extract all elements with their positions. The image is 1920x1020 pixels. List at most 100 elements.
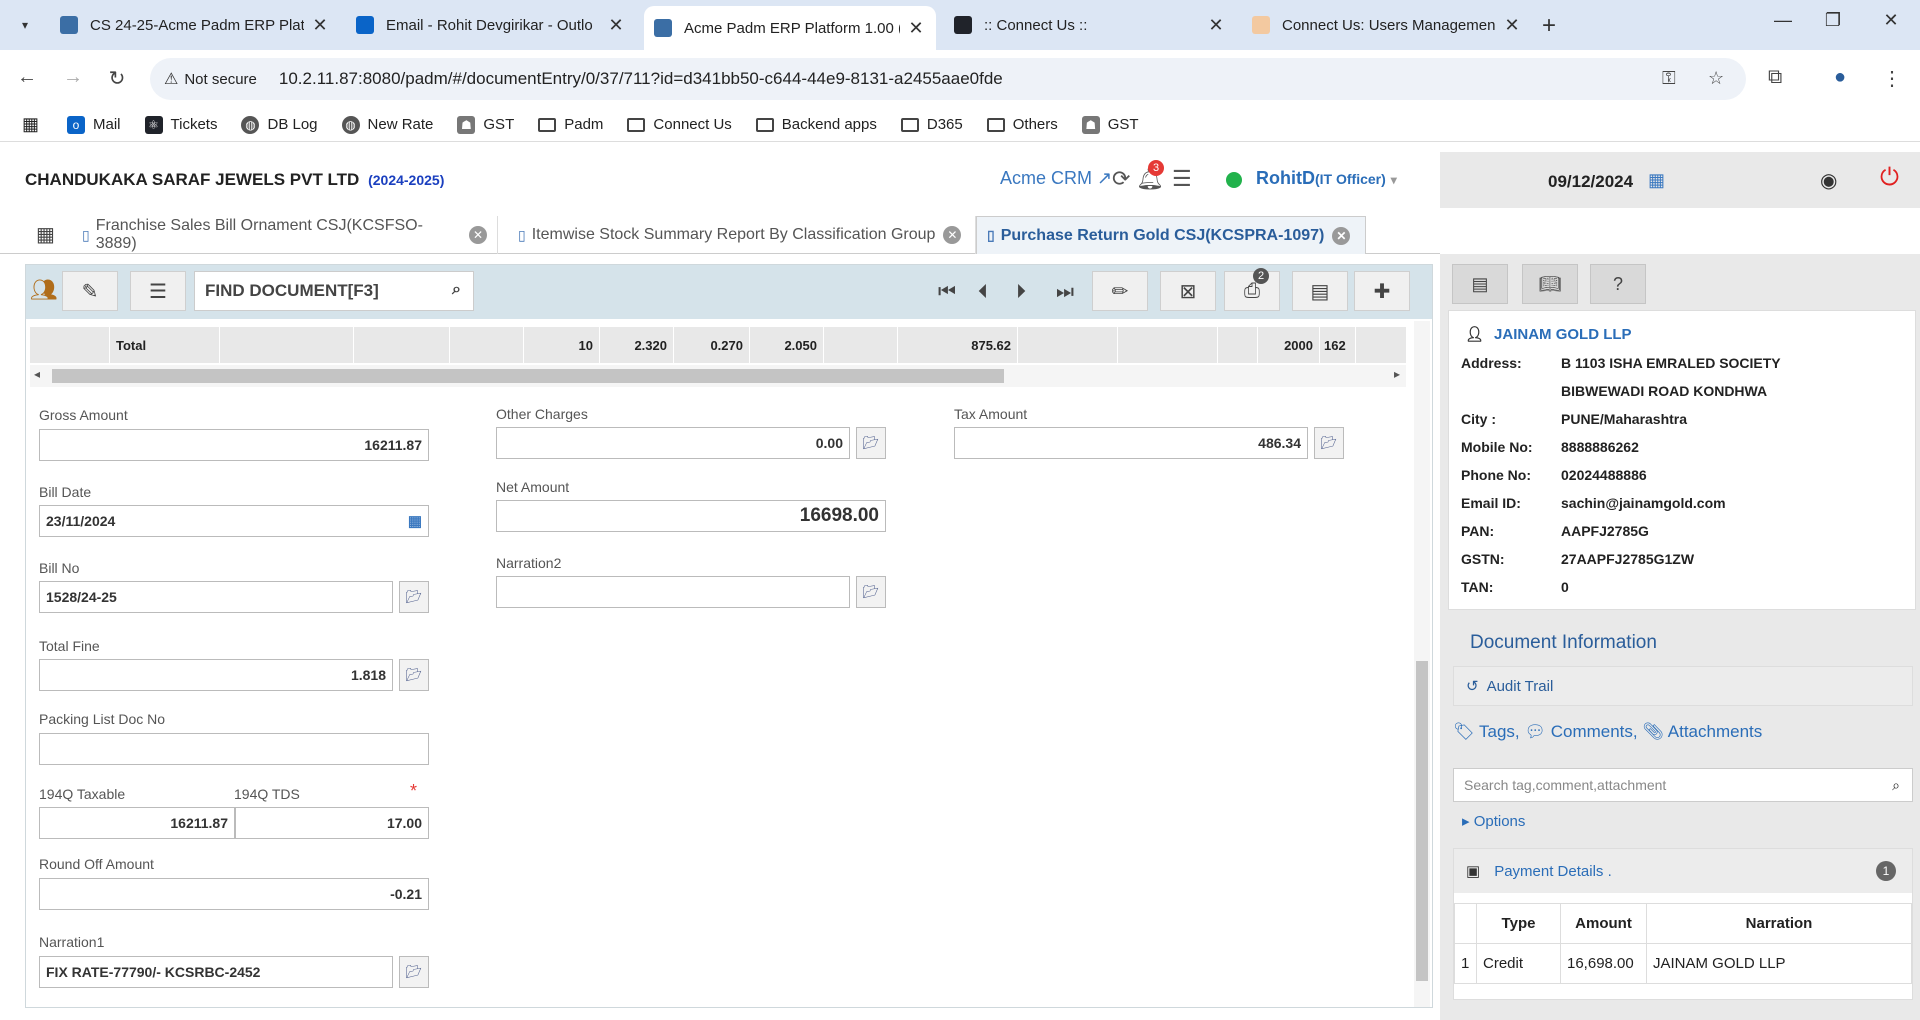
close-tab-icon[interactable]: ✕ xyxy=(906,18,926,39)
profile-avatar-icon[interactable]: ● xyxy=(1834,66,1846,89)
net-amount-field[interactable]: 16698.00 xyxy=(496,500,886,532)
crm-link[interactable]: Acme CRM ↗ xyxy=(1000,168,1112,189)
calendar-icon[interactable]: ▦ xyxy=(1648,170,1665,191)
bill-no-field[interactable]: 1528/24-25 xyxy=(39,581,393,613)
scrollbar-thumb[interactable] xyxy=(52,369,1004,383)
browser-tab-3-active[interactable]: Acme Padm ERP Platform 1.00 ( ✕ xyxy=(644,6,936,50)
print-button[interactable]: ⎙ 2 xyxy=(1224,268,1280,311)
first-record-icon[interactable]: ⏮ xyxy=(938,281,956,304)
comments-link[interactable]: Comments, xyxy=(1551,722,1638,741)
tax-amount-field[interactable]: 486.34 xyxy=(954,427,1308,459)
users-group-icon[interactable]: 👥︎ xyxy=(30,277,58,303)
list-view-button[interactable]: ☰ xyxy=(130,271,186,311)
folder-open-icon[interactable]: 📂︎ xyxy=(856,427,886,459)
search-icon[interactable]: ⌕ xyxy=(452,281,461,299)
bookmark-new-rate[interactable]: ◍ New Rate xyxy=(341,115,433,134)
folder-open-icon[interactable]: 📂︎ xyxy=(399,956,429,988)
browser-tab-1[interactable]: CS 24-25-Acme Padm ERP Platf ✕ xyxy=(50,8,340,42)
key-icon[interactable]: ⚿ xyxy=(1662,68,1676,89)
close-tab-icon[interactable]: ✕ xyxy=(1502,15,1522,36)
back-arrow-icon[interactable]: ← xyxy=(14,66,40,89)
add-new-button[interactable]: ✚ xyxy=(1354,271,1410,311)
total-fine-field[interactable]: 1.818 xyxy=(39,659,393,691)
browser-tab-5[interactable]: Connect Us: Users Managemen ✕ xyxy=(1242,8,1532,42)
doc-tab-franchise-sales[interactable]: ▯ Franchise Sales Bill Ornament CSJ(KCSF… xyxy=(72,216,498,254)
folder-open-icon[interactable]: 📂︎ xyxy=(399,581,429,613)
bookmark-mail[interactable]: o Mail xyxy=(67,115,121,134)
next-record-icon[interactable]: ⏵ xyxy=(1016,281,1026,304)
vertical-scrollbar[interactable] xyxy=(1414,321,1430,1007)
restore-icon[interactable]: ❐ xyxy=(1818,10,1848,31)
find-document-input[interactable]: FIND DOCUMENT[F3] ⌕ xyxy=(194,271,474,311)
bookmark-gst-2[interactable]: ☗ GST xyxy=(1081,115,1139,134)
payment-details-header[interactable]: ▣ Payment Details . 1 xyxy=(1454,849,1912,893)
browser-tab-4[interactable]: :: Connect Us :: ✕ xyxy=(944,8,1236,42)
url-text[interactable]: 10.2.11.87:8080/padm/#/documentEntry/0/3… xyxy=(279,69,1003,89)
horizontal-scrollbar[interactable]: ◂ ▸ xyxy=(30,365,1406,387)
scroll-left-icon[interactable]: ◂ xyxy=(34,367,40,381)
options-toggle[interactable]: ▸ Options xyxy=(1462,812,1525,830)
reload-icon[interactable]: ↻ xyxy=(104,66,130,91)
bookmark-padm[interactable]: Padm xyxy=(538,116,603,133)
security-label[interactable]: Not secure xyxy=(184,71,257,88)
refresh-sync-icon[interactable]: ⟳ xyxy=(1112,166,1130,192)
folder-open-icon[interactable]: 📂︎ xyxy=(399,659,429,691)
bookmark-others[interactable]: Others xyxy=(986,116,1058,133)
bookmark-connect-us[interactable]: Connect Us xyxy=(627,116,732,133)
eye-hidden-icon[interactable]: ◉ xyxy=(1820,168,1837,193)
minimize-icon[interactable]: — xyxy=(1768,10,1798,31)
narration2-field[interactable] xyxy=(496,576,850,608)
ledger-book-button[interactable]: 📖︎ xyxy=(1522,264,1578,304)
bookmark-db-log[interactable]: ◍ DB Log xyxy=(241,115,318,134)
cancel-document-button[interactable]: ⊠ xyxy=(1160,271,1216,311)
calendar-icon[interactable]: ▦ xyxy=(408,512,422,530)
narration1-field[interactable]: FIX RATE-77790/- KCSRBC-2452 xyxy=(39,956,393,988)
bookmark-tickets[interactable]: ⚛ Tickets xyxy=(144,115,217,134)
power-logout-icon[interactable]: ⏻ xyxy=(1880,164,1899,192)
attachments-link[interactable]: Attachments xyxy=(1668,722,1763,741)
round-off-field[interactable]: -0.21 xyxy=(39,878,429,910)
last-record-icon[interactable]: ⏭ xyxy=(1056,281,1074,304)
browser-tab-2[interactable]: Email - Rohit Devgirikar - Outlo ✕ xyxy=(346,8,636,42)
new-tab-plus-icon[interactable]: + xyxy=(1542,12,1556,40)
window-close-icon[interactable]: ✕ xyxy=(1876,10,1906,31)
tab-list-chevron-icon[interactable]: ▾ xyxy=(12,12,38,38)
previous-record-icon[interactable]: ⏴ xyxy=(978,281,988,304)
edit-form-button[interactable]: ✎ xyxy=(62,271,118,311)
search-icon[interactable]: ⌕ xyxy=(1892,777,1900,794)
folder-open-icon[interactable]: 📂︎ xyxy=(1314,427,1344,459)
close-tab-icon[interactable]: ✕ xyxy=(606,15,626,36)
close-tab-icon[interactable]: ✕ xyxy=(310,15,330,36)
taxable-194q-field[interactable]: 16211.87 xyxy=(39,807,235,839)
close-tab-icon[interactable]: ✕ xyxy=(1332,226,1351,245)
party-name[interactable]: 👤︎ JAINAM GOLD LLP xyxy=(1465,325,1632,343)
doc-tab-purchase-return[interactable]: ▯ Purchase Return Gold CSJ(KCSPRA-1097) … xyxy=(976,216,1366,254)
tags-link[interactable]: Tags, xyxy=(1479,722,1520,741)
packing-list-field[interactable] xyxy=(39,733,429,765)
scroll-right-icon[interactable]: ▸ xyxy=(1394,367,1400,381)
table-row[interactable]: 1 Credit 16,698.00 JAINAM GOLD LLP xyxy=(1454,943,1912,984)
close-tab-icon[interactable]: ✕ xyxy=(1206,15,1226,36)
forward-arrow-icon[interactable]: → xyxy=(60,66,86,89)
bookmark-d365[interactable]: D365 xyxy=(900,116,963,133)
document-view-button[interactable]: ▤ xyxy=(1292,271,1348,311)
extensions-puzzle-icon[interactable]: ⧉ xyxy=(1768,66,1782,89)
edit-pencil-button[interactable]: ✏ xyxy=(1092,271,1148,311)
bill-date-field[interactable]: 23/11/2024 ▦ xyxy=(39,505,429,537)
apps-grid-icon[interactable]: ▦ xyxy=(22,114,39,135)
bookmark-backend-apps[interactable]: Backend apps xyxy=(755,116,877,133)
folder-open-icon[interactable]: 📂︎ xyxy=(856,576,886,608)
address-bar[interactable]: ⚠ Not secure 10.2.11.87:8080/padm/#/docu… xyxy=(150,58,1746,100)
audit-trail-link[interactable]: ↺ Audit Trail xyxy=(1453,666,1913,706)
user-menu[interactable]: RohitD(IT Officer) ▾ xyxy=(1256,168,1397,189)
apps-grid-icon[interactable]: ▦ xyxy=(36,222,55,247)
server-stack-icon[interactable]: ☰ xyxy=(1172,166,1192,192)
bookmark-gst[interactable]: ☗ GST xyxy=(457,115,514,134)
scrollbar-thumb[interactable] xyxy=(1416,661,1428,981)
star-bookmark-icon[interactable]: ☆ xyxy=(1708,68,1724,89)
details-list-button[interactable]: ▤ xyxy=(1452,264,1508,304)
doc-tab-itemwise-stock[interactable]: ▯ Itemwise Stock Summary Report By Class… xyxy=(508,216,976,254)
browser-menu-kebab-icon[interactable]: ⋮ xyxy=(1882,66,1902,91)
working-date[interactable]: 09/12/2024 xyxy=(1548,172,1633,192)
tds-194q-field[interactable]: 17.00 xyxy=(235,807,429,839)
